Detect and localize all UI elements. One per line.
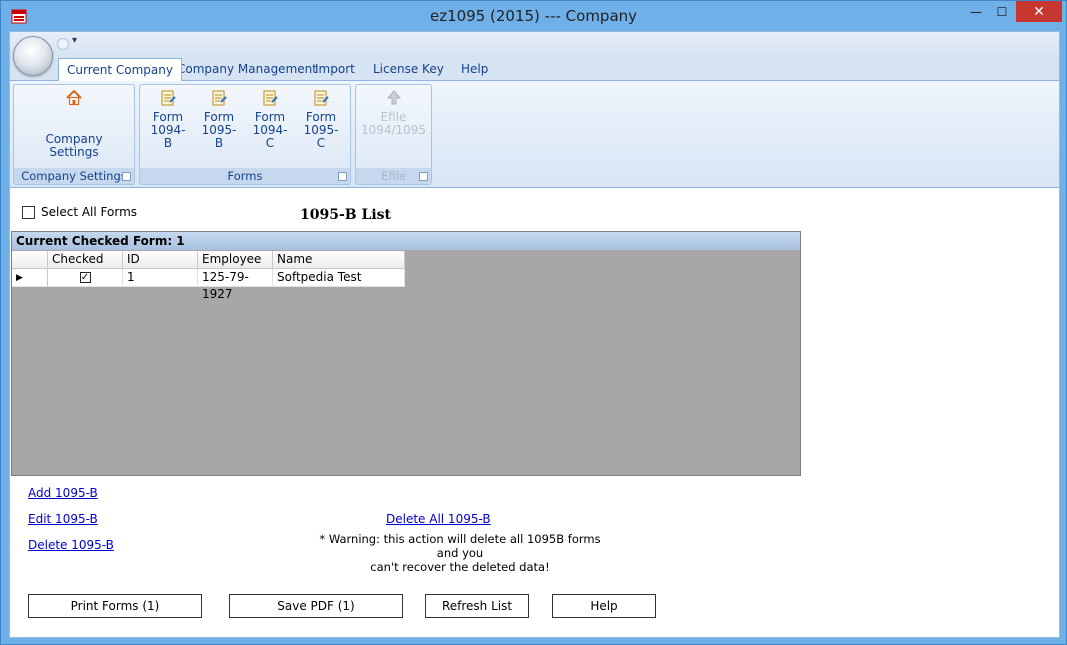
grid-header: Checked ID Employee SS Name bbox=[12, 251, 405, 283]
tab-company-management[interactable]: Company Management bbox=[169, 58, 325, 80]
efile-label-line2: 1094/1095 bbox=[360, 123, 427, 137]
group-label-forms: Forms bbox=[140, 168, 350, 184]
form-1094-b-line2: 1094-B bbox=[150, 123, 186, 150]
form-1095-b-line2: 1095-B bbox=[201, 123, 237, 150]
delete-all-1095-b-link[interactable]: Delete All 1095-B bbox=[386, 512, 491, 526]
efile-dialog-launcher-icon[interactable] bbox=[419, 172, 428, 181]
forms-grid[interactable]: Current Checked Form: 1 Checked ID Emplo… bbox=[11, 231, 801, 476]
column-header-name[interactable]: Name bbox=[273, 251, 405, 269]
house-icon bbox=[66, 89, 82, 106]
row-employee-ss-cell[interactable]: 125-79-1927 bbox=[198, 269, 273, 301]
edit-1095-b-link[interactable]: Edit 1095-B bbox=[28, 512, 98, 526]
close-button[interactable]: ✕ bbox=[1016, 1, 1062, 22]
column-header-checked[interactable]: Checked bbox=[48, 251, 123, 269]
customize-quick-access-arrow-icon[interactable]: ▾ bbox=[72, 35, 77, 46]
add-1095-b-link[interactable]: Add 1095-B bbox=[28, 486, 98, 500]
form-document-icon bbox=[314, 90, 329, 106]
delete-warning: * Warning: this action will delete all 1… bbox=[310, 532, 610, 574]
table-row[interactable]: ▶ ✓ 1 125-79-1927 Softpedia Test bbox=[12, 269, 405, 301]
minimize-button[interactable]: — bbox=[962, 1, 990, 22]
maximize-button[interactable]: ☐ bbox=[988, 1, 1016, 22]
tab-help[interactable]: Help bbox=[453, 58, 496, 80]
row-pointer-icon[interactable]: ▶ bbox=[12, 269, 48, 287]
select-all-label: Select All Forms bbox=[41, 205, 138, 219]
warning-line2: can't recover the deleted data! bbox=[370, 560, 550, 574]
checkmark-icon[interactable]: ✓ bbox=[79, 272, 91, 283]
warning-line1: * Warning: this action will delete all 1… bbox=[319, 532, 601, 560]
application-menu-orb[interactable] bbox=[13, 36, 53, 76]
refresh-list-button[interactable]: Refresh List bbox=[425, 594, 529, 618]
form-document-icon bbox=[161, 90, 176, 106]
save-pdf-button[interactable]: Save PDF (1) bbox=[229, 594, 403, 618]
title-bar[interactable]: ez1095 (2015) --- Company — ☐ ✕ bbox=[1, 1, 1066, 31]
form-1095-b-button[interactable]: Form 1095-B bbox=[199, 89, 239, 150]
print-forms-button[interactable]: Print Forms (1) bbox=[28, 594, 202, 618]
form-1095-c-button[interactable]: Form 1095-C bbox=[301, 89, 341, 150]
quick-access-toolbar: ▾ bbox=[10, 32, 1059, 58]
form-1094-b-button[interactable]: Form 1094-B bbox=[148, 89, 188, 150]
form-1095-c-line2: 1095-C bbox=[303, 123, 339, 150]
help-button[interactable]: Help bbox=[552, 594, 656, 618]
group-forms: Form 1094-B Form 1095-B Form 1094-C Form… bbox=[139, 84, 351, 185]
ribbon-tabs: Current Company Company Management Impor… bbox=[10, 58, 1059, 81]
app-window: ez1095 (2015) --- Company — ☐ ✕ ▾ Curren… bbox=[0, 0, 1067, 645]
form-document-icon bbox=[212, 90, 227, 106]
window-title: ez1095 (2015) --- Company bbox=[429, 7, 638, 25]
company-settings-label-line2: Settings bbox=[49, 145, 99, 159]
select-all-checkbox[interactable] bbox=[22, 205, 35, 219]
row-checked-cell[interactable]: ✓ bbox=[48, 269, 123, 287]
row-id-cell[interactable]: 1 bbox=[123, 269, 198, 287]
group-efile: Efile 1094/1095 Efile bbox=[355, 84, 432, 185]
client-area: ▾ Current Company Company Management Imp… bbox=[9, 31, 1060, 638]
tab-current-company[interactable]: Current Company bbox=[58, 58, 182, 81]
form-document-icon bbox=[263, 90, 278, 106]
column-header-id[interactable]: ID bbox=[123, 251, 198, 269]
tab-import[interactable]: Import bbox=[307, 58, 363, 80]
row-header-corner bbox=[12, 251, 48, 269]
forms-dialog-launcher-icon[interactable] bbox=[338, 172, 347, 181]
select-all-forms[interactable]: Select All Forms bbox=[22, 205, 137, 219]
company-settings-dialog-launcher-icon[interactable] bbox=[122, 172, 131, 181]
row-name-cell[interactable]: Softpedia Test bbox=[273, 269, 405, 287]
company-settings-button[interactable]: Company Settings bbox=[14, 89, 134, 159]
efile-button[interactable]: Efile 1094/1095 bbox=[356, 89, 431, 137]
quick-access-button[interactable] bbox=[57, 38, 69, 50]
column-header-employee-ss[interactable]: Employee SS bbox=[198, 251, 273, 283]
tab-license-key[interactable]: License Key bbox=[365, 58, 452, 80]
delete-1095-b-link[interactable]: Delete 1095-B bbox=[28, 538, 114, 552]
form-1094-c-line2: 1094-C bbox=[252, 123, 288, 150]
list-title: 1095-B List bbox=[300, 207, 391, 223]
ribbon-panel: Company Settings Company Settings Form 1… bbox=[10, 80, 1059, 188]
group-company-settings: Company Settings Company Settings bbox=[13, 84, 135, 185]
group-label-company-settings: Company Settings bbox=[14, 168, 134, 184]
form-1094-c-button[interactable]: Form 1094-C bbox=[250, 89, 290, 150]
grid-caption: Current Checked Form: 1 bbox=[12, 232, 800, 250]
upload-arrow-icon bbox=[386, 90, 401, 105]
